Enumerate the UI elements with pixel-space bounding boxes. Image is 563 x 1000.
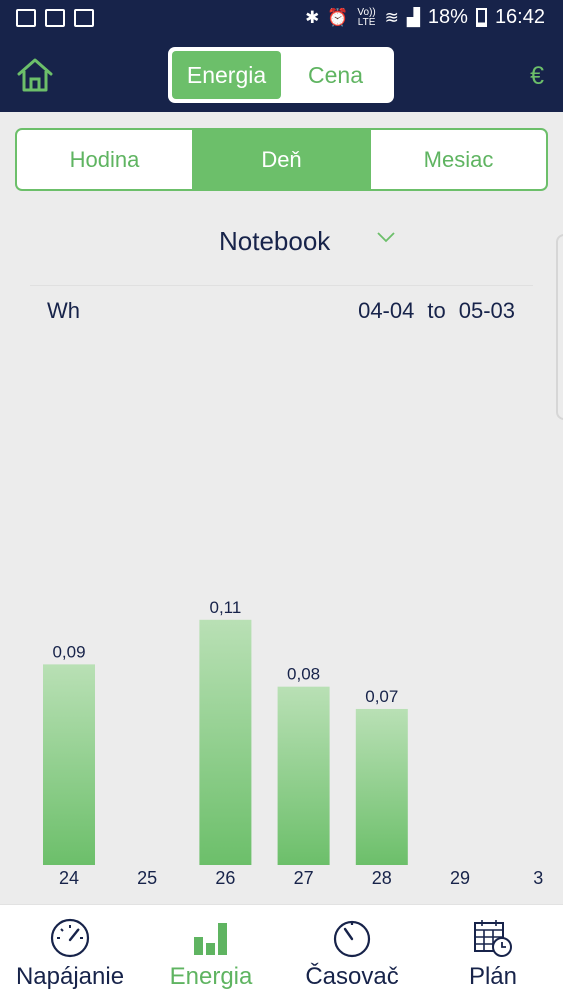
range-end: 05-03 — [458, 298, 515, 323]
system-icons: ✱ ⏰ Vo)) LTE ≋ ▟ 18% 16:42 — [305, 6, 545, 29]
chart-value-label: 0,09 — [52, 642, 85, 661]
nav-label: Plán — [468, 963, 518, 990]
nav-energia[interactable]: Energia — [141, 905, 281, 1000]
date-range: 04-04 to 05-03 — [358, 298, 515, 324]
gallery-icon — [16, 9, 36, 27]
tab-hodina[interactable]: Hodina — [17, 130, 192, 189]
device-name[interactable]: Notebook — [219, 226, 330, 257]
chevron-down-icon[interactable] — [376, 230, 396, 244]
bluetooth-icon: ✱ — [305, 7, 320, 27]
tab-energia[interactable]: Energia — [172, 51, 281, 99]
chart-x-tick: 26 — [215, 868, 235, 888]
wifi-icon: ≋ — [384, 7, 399, 27]
signal-icon: ▟ — [406, 7, 420, 27]
app-header: Energia Cena € — [0, 38, 563, 112]
chart-x-tick: 29 — [450, 868, 470, 888]
nav-casovac[interactable]: Časovač — [282, 905, 422, 1000]
notification-icons — [16, 9, 94, 27]
mode-switch: Energia Cena — [168, 47, 394, 103]
news-icon — [74, 9, 94, 27]
home-icon[interactable] — [16, 57, 54, 93]
timer-icon — [333, 920, 371, 958]
calendar-clock-icon — [474, 920, 512, 957]
outlook-icon — [45, 9, 65, 27]
chart-bar-27[interactable] — [277, 686, 330, 865]
tab-den[interactable]: Deň — [192, 130, 369, 189]
chart-bar-28[interactable] — [355, 708, 408, 865]
nav-label: Časovač — [305, 963, 399, 990]
chart-x-tick: 28 — [372, 868, 392, 888]
volte-badge: Vo)) LTE — [357, 6, 376, 28]
nav-label: Energia — [169, 963, 253, 990]
chart-x-tick: 25 — [137, 868, 157, 888]
nav-napajanie[interactable]: Napájanie — [0, 905, 140, 1000]
nav-plan[interactable]: Plán — [423, 905, 563, 1000]
chart-x-tick: 3 — [533, 868, 543, 888]
currency-button[interactable]: € — [530, 62, 544, 91]
status-bar: ✱ ⏰ Vo)) LTE ≋ ▟ 18% 16:42 — [0, 0, 563, 38]
chart-value-label: 0,08 — [287, 665, 320, 684]
unit-label: Wh — [47, 298, 80, 323]
bar-chart-icon — [194, 923, 227, 955]
tab-cena[interactable]: Cena — [281, 51, 390, 99]
chart-x-tick: 27 — [294, 868, 314, 888]
battery-percent: 18% — [427, 6, 468, 28]
chart-value-label: 0,11 — [209, 598, 241, 617]
tab-mesiac[interactable]: Mesiac — [369, 130, 546, 189]
chart-bar-24[interactable] — [43, 664, 95, 865]
energy-chart[interactable]: 0,09 0,11 0,08 0,07 24 25 26 27 28 29 3 — [0, 330, 563, 900]
gauge-icon — [50, 918, 90, 958]
chart-value-label: 0,07 — [365, 687, 398, 706]
clock: 16:42 — [494, 6, 545, 28]
range-start: 04-04 — [358, 298, 415, 323]
bar-chart[interactable]: 0,09 0,11 0,08 0,07 24 25 26 27 28 29 3 — [0, 330, 563, 900]
alarm-icon: ⏰ — [327, 7, 349, 27]
battery-icon — [475, 8, 487, 27]
chart-bar-26[interactable] — [199, 619, 252, 865]
device-selector[interactable]: Notebook — [0, 226, 563, 260]
period-switch: Hodina Deň Mesiac — [15, 128, 548, 191]
range-separator: to — [427, 298, 446, 323]
bottom-navigation: Napájanie Energia Časovač Plán — [0, 904, 563, 1000]
chart-x-tick: 24 — [59, 868, 79, 888]
divider — [30, 285, 533, 286]
nav-label: Napájanie — [15, 963, 125, 990]
